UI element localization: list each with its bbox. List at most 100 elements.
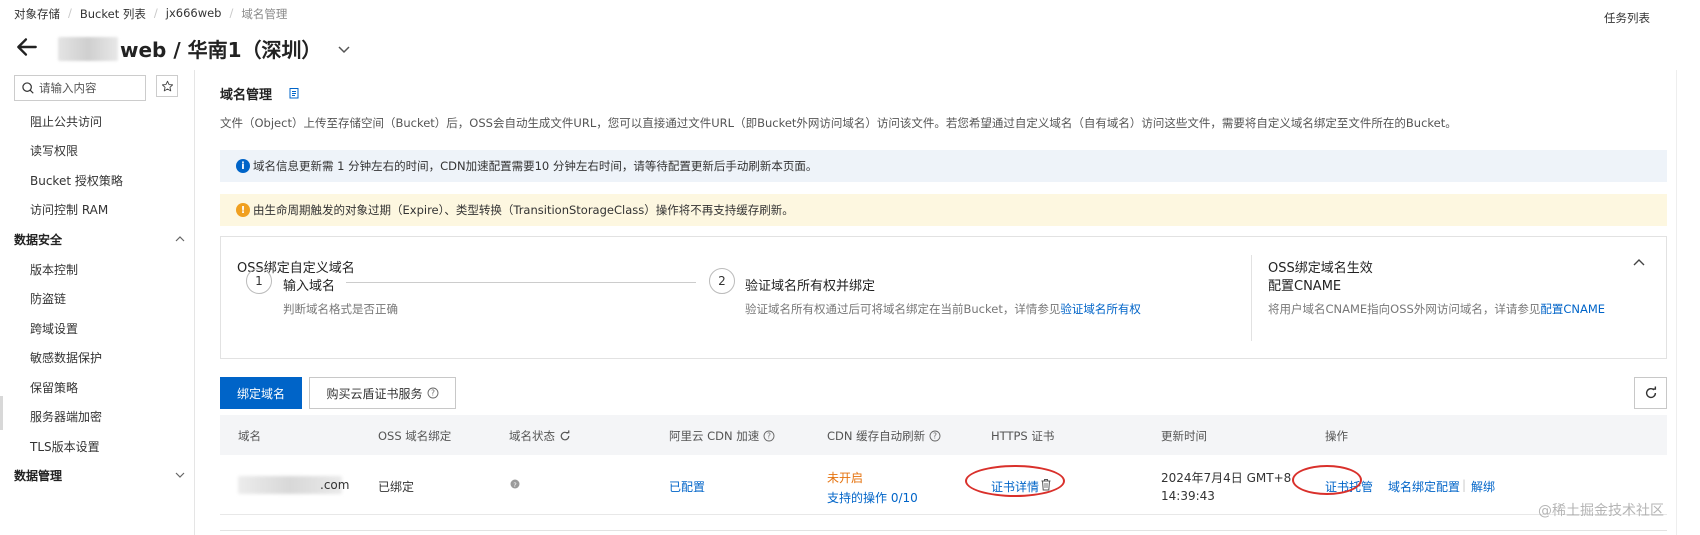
- action-separator: |: [1462, 478, 1467, 492]
- col-domain-status: 域名状态: [509, 428, 571, 444]
- binding-steps-card: OSS绑定自定义域名 1 输入域名 判断域名格式是否正确 2 验证域名所有权并绑…: [220, 236, 1667, 359]
- effect-title: OSS绑定域名生效: [1268, 261, 1373, 276]
- breadcrumb-item-bucket[interactable]: jx666web: [166, 6, 222, 22]
- sidebar-group-security[interactable]: 数据安全: [14, 231, 62, 248]
- annotation-circle: [1292, 465, 1362, 495]
- verify-ownership-link[interactable]: 验证域名所有权: [1060, 302, 1141, 316]
- sidebar-item-tls[interactable]: TLS版本设置: [30, 438, 100, 455]
- favorite-button[interactable]: [156, 75, 178, 97]
- chevron-down-icon[interactable]: [336, 41, 352, 57]
- updated-date: 2024年7月4日 GMT+8: [1161, 471, 1292, 485]
- sidebar-item-ram[interactable]: 访问控制 RAM: [30, 201, 108, 218]
- step-2-number: 2: [709, 268, 735, 294]
- sidebar-item-bucket-policy[interactable]: Bucket 授权策略: [30, 172, 123, 189]
- sidebar-search[interactable]: [14, 75, 146, 101]
- domain-binding-config-link[interactable]: 域名绑定配置: [1388, 478, 1460, 495]
- sidebar-item-sse[interactable]: 服务器端加密: [30, 408, 102, 425]
- breadcrumb-item-bucket-list[interactable]: Bucket 列表: [80, 6, 146, 22]
- redacted-bucket-name: [58, 36, 118, 61]
- warning-icon: !: [236, 203, 250, 217]
- watermark: @稀土掘金技术社区: [1538, 503, 1664, 519]
- sidebar-item-cors[interactable]: 跨域设置: [30, 320, 78, 337]
- svg-text:?: ?: [513, 481, 516, 489]
- section-description: 文件（Object）上传至存储空间（Bucket）后，OSS会自动生成文件URL…: [220, 116, 1457, 130]
- refresh-icon: [1645, 386, 1656, 399]
- help-icon[interactable]: ?: [763, 430, 775, 442]
- breadcrumb: 对象存储 / Bucket 列表 / jx666web / 域名管理: [14, 6, 287, 22]
- sidebar-group-management[interactable]: 数据管理: [14, 467, 62, 484]
- col-domain: 域名: [238, 429, 261, 443]
- svg-text:?: ?: [431, 389, 435, 398]
- breadcrumb-item-oss[interactable]: 对象存储: [14, 6, 60, 22]
- cache-refresh-status: 未开启: [827, 471, 864, 485]
- help-icon[interactable]: ?: [929, 430, 941, 442]
- domain-suffix: .com: [320, 478, 350, 492]
- chevron-up-icon[interactable]: [174, 233, 186, 245]
- info-alert-text: 域名信息更新需 1 分钟左右的时间，CDN加速配置需要10 分钟左右时间，请等待…: [253, 159, 818, 173]
- unbind-link[interactable]: 解绑: [1471, 478, 1495, 495]
- sidebar-search-input[interactable]: [35, 76, 145, 100]
- step-2-desc-text: 验证域名所有权通过后可将域名绑定在当前Bucket，详情参见: [745, 302, 1061, 316]
- configure-cname-link[interactable]: 配置CNAME: [1540, 302, 1605, 316]
- document-icon[interactable]: [288, 87, 300, 99]
- sidebar-item-retention[interactable]: 保留策略: [30, 379, 78, 396]
- card-divider: [1251, 255, 1252, 341]
- status-dot-icon: ?: [510, 479, 520, 489]
- page-title: web / 华南1（深圳）: [120, 38, 322, 62]
- sidebar-item-hotlink[interactable]: 防盗链: [30, 290, 66, 307]
- sidebar-item-block-public-access[interactable]: 阻止公共访问: [30, 113, 102, 130]
- scrollbar-track[interactable]: [1676, 70, 1677, 535]
- bind-domain-button[interactable]: 绑定域名: [220, 377, 302, 409]
- refresh-button[interactable]: [1634, 377, 1667, 409]
- page-header: web / 华南1（深圳）: [58, 34, 352, 63]
- info-alert: i 域名信息更新需 1 分钟左右的时间，CDN加速配置需要10 分钟左右时间，请…: [220, 150, 1667, 182]
- cname-desc-text: 将用户域名CNAME指向OSS外网访问域名，详请参见: [1268, 302, 1541, 316]
- step-1-number: 1: [246, 268, 272, 294]
- sidebar-item-rw-permission[interactable]: 读写权限: [30, 142, 78, 159]
- section-title: 域名管理: [220, 88, 273, 103]
- col-actions: 操作: [1325, 429, 1348, 443]
- step-2-title: 验证域名所有权并绑定: [745, 279, 876, 294]
- step-2-desc: 验证域名所有权通过后可将域名绑定在当前Bucket，详情参见验证域名所有权: [745, 301, 1141, 317]
- table-header: 域名 OSS 域名绑定 域名状态 阿里云 CDN 加速 ? CDN 缓存自动刷新…: [220, 415, 1667, 455]
- buy-cert-label: 购买云盾证书服务: [326, 386, 423, 401]
- step-connector: [346, 282, 696, 283]
- col-updated: 更新时间: [1161, 429, 1207, 443]
- col-cdn: 阿里云 CDN 加速 ?: [669, 428, 775, 444]
- breadcrumb-separator: /: [153, 6, 158, 20]
- chevron-down-icon[interactable]: [174, 469, 186, 481]
- buy-cert-button[interactable]: 购买云盾证书服务 ?: [309, 377, 456, 409]
- cname-desc: 将用户域名CNAME指向OSS外网访问域名，详请参见配置CNAME: [1268, 301, 1605, 317]
- warning-alert-text: 由生命周期触发的对象过期（Expire）、类型转换（TransitionStor…: [253, 203, 794, 217]
- col-https-cert: HTTPS 证书: [991, 429, 1055, 443]
- sidebar-item-versioning[interactable]: 版本控制: [30, 261, 78, 278]
- refresh-icon[interactable]: [559, 430, 571, 442]
- breadcrumb-separator: /: [229, 6, 234, 20]
- breadcrumb-item-current: 域名管理: [241, 7, 288, 21]
- breadcrumb-separator: /: [68, 6, 72, 20]
- updated-time: 14:39:43: [1161, 489, 1215, 503]
- task-list-link[interactable]: 任务列表: [1604, 10, 1650, 26]
- svg-text:?: ?: [767, 432, 771, 441]
- sidebar: 阻止公共访问 读写权限 Bucket 授权策略 访问控制 RAM 数据安全 版本…: [0, 70, 195, 535]
- table-row: .com 已绑定 ? 已配置 未开启 支持的操作 0/10 证书详情 2024年…: [220, 455, 1667, 515]
- sidebar-collapse-handle[interactable]: [0, 396, 3, 430]
- back-arrow-icon[interactable]: [14, 34, 40, 60]
- star-icon: [161, 80, 173, 91]
- oss-binding-status: 已绑定: [378, 480, 415, 494]
- next-section-border: [220, 530, 1667, 535]
- cdn-configured-link[interactable]: 已配置: [669, 478, 705, 495]
- step-1-desc: 判断域名格式是否正确: [283, 302, 398, 316]
- search-icon: [22, 82, 34, 94]
- help-icon: ?: [427, 387, 438, 399]
- col-cache-refresh: CDN 缓存自动刷新 ?: [827, 428, 941, 444]
- info-icon: i: [236, 159, 250, 173]
- cname-subtitle: 配置CNAME: [1268, 279, 1342, 294]
- sidebar-item-sensitive-data[interactable]: 敏感数据保护: [30, 349, 102, 366]
- svg-text:?: ?: [933, 432, 937, 441]
- col-oss-binding: OSS 域名绑定: [378, 429, 452, 443]
- step-1-title: 输入域名: [283, 279, 336, 294]
- annotation-circle: [965, 465, 1065, 497]
- chevron-up-icon[interactable]: [1631, 255, 1647, 271]
- cache-supported-ops-link[interactable]: 支持的操作 0/10: [827, 489, 918, 506]
